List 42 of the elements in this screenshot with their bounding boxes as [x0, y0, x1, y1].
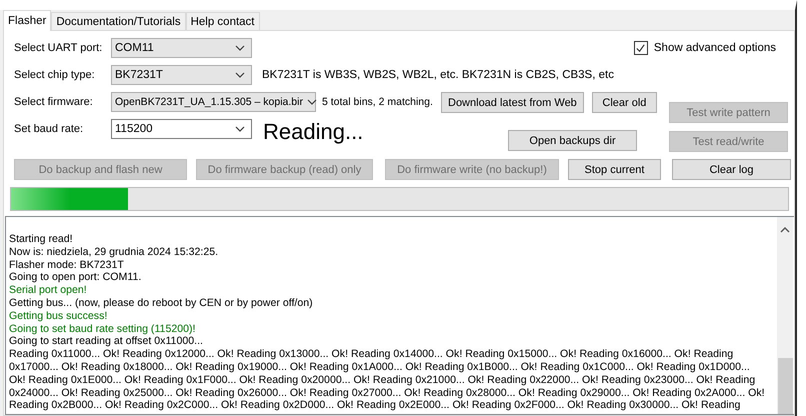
tab[interactable]: Documentation/Tutorials — [51, 12, 186, 30]
field-label: Select firmware: — [14, 95, 94, 110]
log-line: Ok! Reading 0x1E000... Ok! Reading 0x1F000... Ok! Reading 0x20000... Ok! Reading 0x21000... Ok! Reading 0x22000... Ok! Reading 0x23000... Ok! Reading — [9, 374, 756, 387]
button[interactable]: Stop current — [568, 159, 661, 180]
log-line: Reading 0x2B000... Ok! Reading 0x2C000... Ok! Reading 0x2D000... Ok! Reading 0x2E000... Ok! Reading 0x2F000... Ok! Reading 0x30000... Ok! Reading — [9, 399, 742, 412]
log-line: Now is: niedziela, 29 grudnia 2024 15:32:25. — [9, 246, 220, 259]
scrollbar[interactable] — [777, 217, 793, 414]
scroll-thumb[interactable] — [778, 358, 792, 414]
caret-icon — [235, 72, 245, 78]
log-line: Going to start reading at offset 0x11000... — [9, 335, 204, 348]
dropdown[interactable]: BK7231T — [111, 65, 252, 85]
log-line: 0x17000... Ok! Reading 0x18000... Ok! Reading 0x19000... Ok! Reading 0x1A000... Ok! Reading 0x1B000... Ok! Reading 0x1C000... Ok! Reading 0x1D000... — [9, 360, 751, 374]
log-line: 0x24000... Ok! Reading 0x25000... Ok! Reading 0x26000... Ok! Reading 0x27000... Ok! Reading 0x28000... Ok! Reading 0x29000... Ok! Reading 0x2A000... Ok! — [9, 386, 766, 400]
log-line: Getting bus success! — [9, 310, 108, 323]
caret-icon — [235, 126, 245, 132]
chip-note: BK7231T is WB3S, WB2S, WB2L, etc. BK7231N is CB2S, CB3S, etc — [262, 68, 614, 83]
log-line: Getting bus... (now, please do reboot by CEN or by power off/on) — [9, 296, 314, 310]
dropdown[interactable]: 115200 — [111, 119, 252, 139]
button[interactable]: Clear log — [672, 159, 791, 180]
scroll-up-icon[interactable] — [780, 227, 790, 233]
caret-icon — [306, 99, 317, 105]
log-line: Going to open port: COM11. — [9, 271, 142, 284]
tab[interactable]: Flasher — [3, 10, 52, 31]
button[interactable]: Download latest from Web — [440, 92, 584, 113]
log-line: Going to set baud rate setting (115200)! — [9, 322, 196, 336]
field-label: Select UART port: — [14, 41, 104, 56]
dropdown[interactable]: COM11 — [111, 38, 252, 58]
caret-icon — [235, 45, 245, 51]
log-line: Starting read! — [9, 233, 74, 246]
firmware-note: 5 total bins, 2 matching. — [322, 95, 433, 110]
field-label: Select chip type: — [14, 68, 96, 83]
checkbox-label[interactable]: Show advanced options — [654, 38, 776, 58]
checkbox[interactable] — [634, 41, 648, 55]
dropdown[interactable]: OpenBK7231T_UA_1.15.305 – kopia.bir — [111, 92, 316, 112]
log-line: Reading 0x11000... Ok! Reading 0x12000... Ok! Reading 0x13000... Ok! Reading 0x14000... Ok! Reading 0x15000... Ok! Reading 0x16000... Ok! Reading — [9, 348, 734, 361]
tab[interactable]: Help contact — [186, 12, 260, 30]
log-line: Flasher mode: BK7231T — [9, 258, 125, 272]
button[interactable]: Clear old — [592, 92, 657, 113]
status-text: Reading... — [263, 118, 364, 146]
field-label: Set baud rate: — [14, 122, 84, 137]
log-line: Serial port open! — [9, 284, 88, 297]
button[interactable]: Open backups dir — [508, 130, 637, 151]
